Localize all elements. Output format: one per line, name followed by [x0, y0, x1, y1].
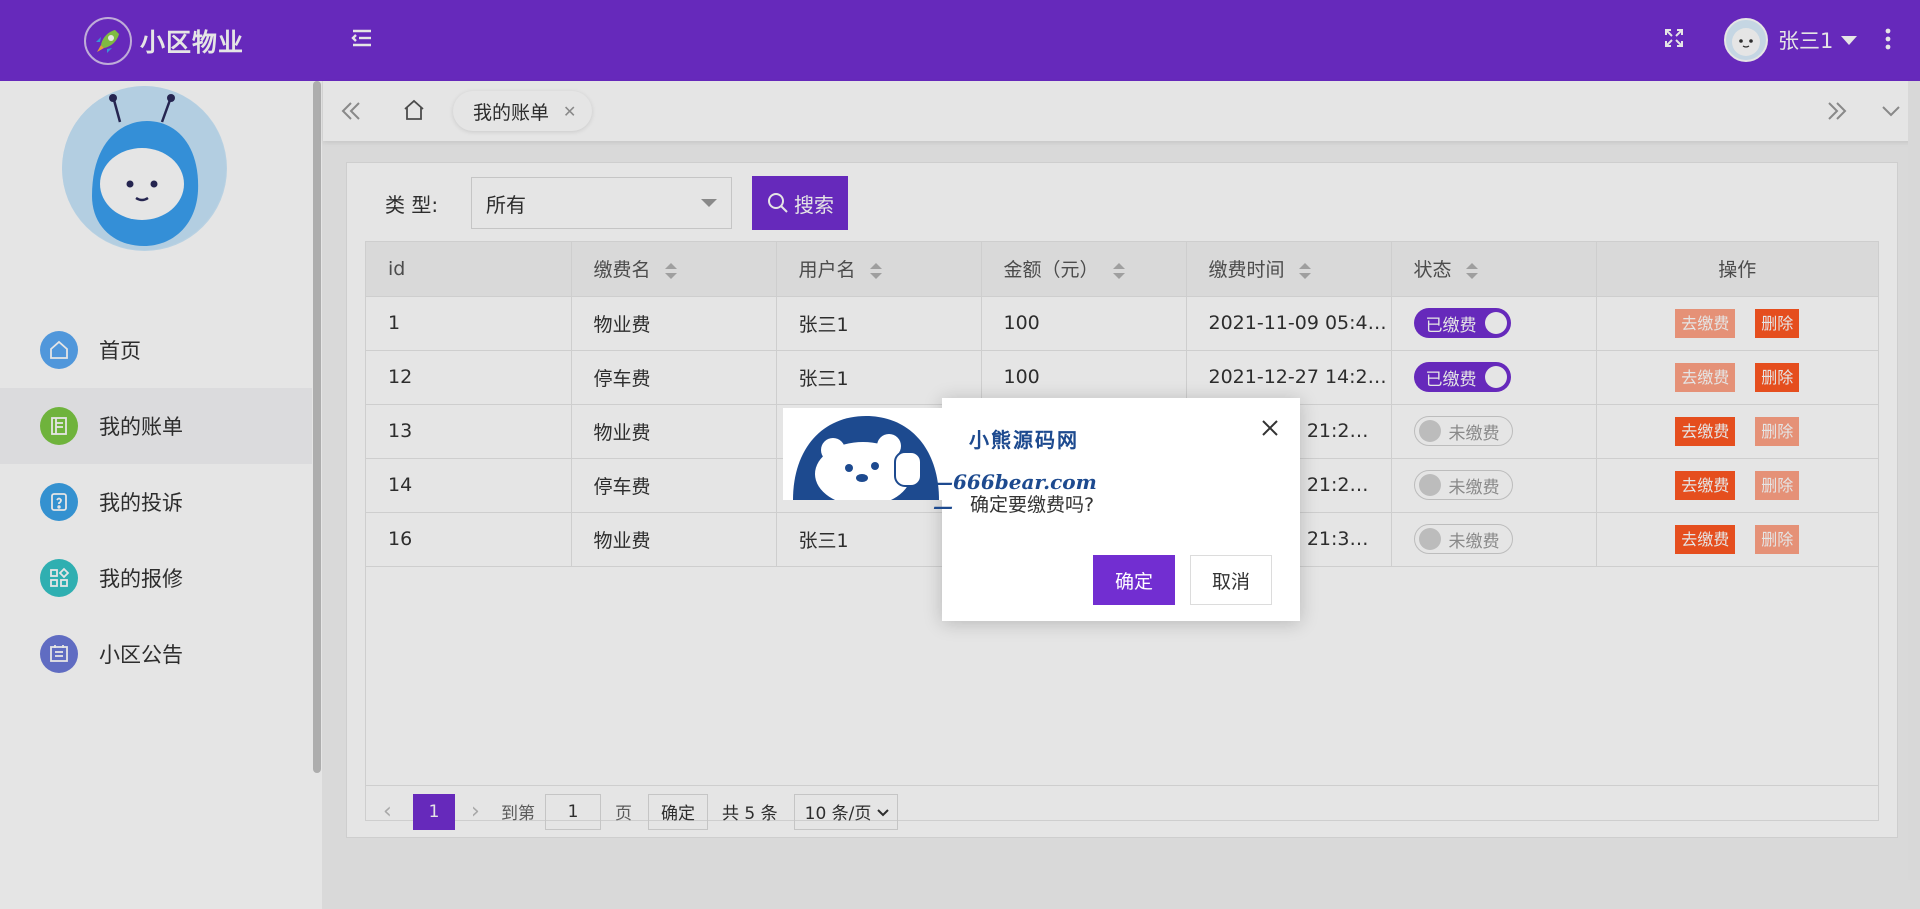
- watermark-url: —666bear.com—: [933, 470, 1097, 518]
- bear-logo-icon: [783, 408, 948, 506]
- close-icon[interactable]: [1260, 418, 1280, 438]
- cancel-button[interactable]: 取消: [1190, 555, 1272, 605]
- watermark: 小熊源码网 —666bear.com—: [783, 408, 1113, 518]
- confirm-button[interactable]: 确定: [1093, 555, 1175, 605]
- watermark-title: 小熊源码网: [969, 428, 1079, 452]
